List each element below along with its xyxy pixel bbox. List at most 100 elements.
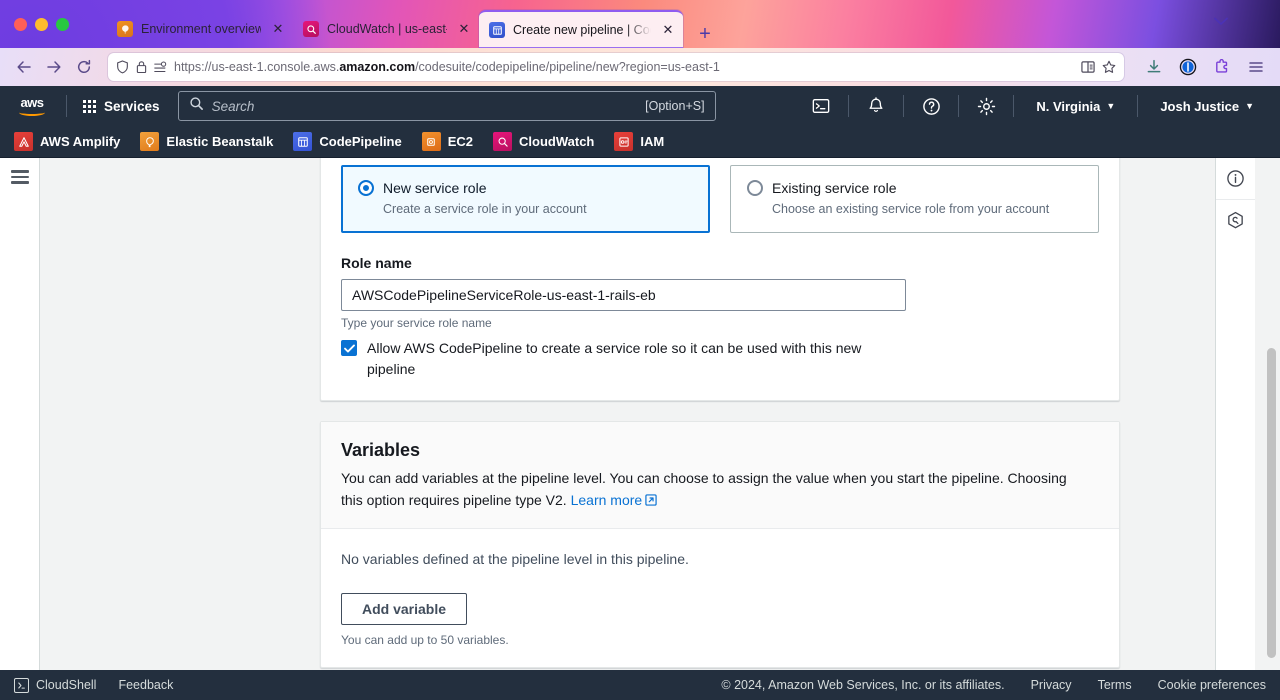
chevron-down-icon: ▼ bbox=[1245, 101, 1254, 111]
url-bar[interactable]: https://us-east-1.console.aws.amazon.com… bbox=[108, 53, 1124, 81]
aws-logo-icon[interactable]: aws bbox=[14, 93, 50, 119]
cloudshell-icon bbox=[14, 677, 29, 693]
browser-tab-environment-overview[interactable]: Environment overview - events ✕ bbox=[107, 10, 293, 48]
role-name-label: Role name bbox=[341, 255, 412, 271]
favorite-elastic-beanstalk[interactable]: Elastic Beanstalk bbox=[140, 132, 284, 151]
close-window-button[interactable] bbox=[14, 17, 27, 31]
shortcuts-hexagon-icon[interactable] bbox=[1215, 199, 1256, 240]
radio-button-existing-service-role[interactable] bbox=[747, 180, 763, 196]
allow-create-role-checkbox-row[interactable]: Allow AWS CodePipeline to create a servi… bbox=[341, 338, 1099, 380]
radio-tile-title: Existing service role bbox=[772, 180, 897, 196]
browser-tab-title: Environment overview - events bbox=[141, 22, 261, 36]
shield-icon[interactable] bbox=[116, 60, 129, 74]
search-input[interactable]: Search [Option+S] bbox=[177, 91, 716, 121]
variables-card-header: Variables You can add variables at the p… bbox=[321, 422, 1119, 529]
close-tab-button[interactable]: ✕ bbox=[269, 20, 287, 38]
bookmark-star-icon[interactable] bbox=[1102, 60, 1116, 74]
add-variable-button[interactable]: Add variable bbox=[341, 593, 468, 625]
region-label: N. Virginia bbox=[1036, 98, 1101, 114]
allow-create-role-checkbox[interactable] bbox=[341, 340, 357, 356]
info-circle-icon[interactable] bbox=[1216, 158, 1256, 199]
cloudshell-button[interactable]: CloudShell bbox=[14, 677, 97, 693]
favorite-codepipeline[interactable]: CodePipeline bbox=[293, 132, 412, 151]
url-text[interactable]: https://us-east-1.console.aws.amazon.com… bbox=[174, 60, 1074, 74]
browser-tab-title: CloudWatch | us-east-1 bbox=[327, 22, 447, 36]
variables-card-body: No variables defined at the pipeline lev… bbox=[321, 529, 1119, 667]
role-name-input[interactable]: AWSCodePipelineServiceRole-us-east-1-rai… bbox=[341, 279, 906, 311]
header-divider bbox=[66, 95, 67, 117]
allow-create-role-label: Allow AWS CodePipeline to create a servi… bbox=[367, 340, 862, 377]
scrollbar-gutter bbox=[1255, 158, 1280, 670]
favorite-label: CloudWatch bbox=[519, 134, 595, 149]
url-prefix: https://us-east-1.console.aws. bbox=[174, 60, 340, 74]
maximize-window-button[interactable] bbox=[56, 17, 69, 31]
external-link-icon bbox=[645, 490, 657, 512]
feedback-link[interactable]: Feedback bbox=[118, 678, 173, 692]
favorite-aws-amplify[interactable]: AWS Amplify bbox=[14, 132, 131, 151]
service-role-card: Service role New service role Create a s… bbox=[320, 158, 1120, 401]
favorite-cloudwatch[interactable]: CloudWatch bbox=[493, 132, 605, 151]
browser-tab-cloudwatch[interactable]: CloudWatch | us-east-1 ✕ bbox=[293, 10, 479, 48]
cloudshell-icon[interactable] bbox=[804, 89, 838, 123]
browser-tab-strip: Environment overview - events ✕ CloudWat… bbox=[107, 0, 719, 48]
radio-tile-new-service-role[interactable]: New service role Create a service role i… bbox=[341, 165, 710, 233]
reader-view-icon[interactable] bbox=[1081, 60, 1095, 74]
new-tab-button[interactable]: + bbox=[691, 20, 719, 48]
cookie-preferences-link[interactable]: Cookie preferences bbox=[1158, 678, 1266, 692]
header-divider bbox=[848, 95, 850, 117]
variables-empty-text: No variables defined at the pipeline lev… bbox=[341, 551, 689, 567]
account-menu[interactable]: Josh Justice ▼ bbox=[1148, 99, 1266, 114]
add-variable-hint: You can add up to 50 variables. bbox=[341, 633, 509, 647]
favorite-label: EC2 bbox=[447, 134, 474, 149]
forward-button[interactable] bbox=[40, 53, 68, 81]
chevron-down-icon[interactable] bbox=[1214, 14, 1228, 29]
grid-icon bbox=[83, 99, 96, 113]
window-controls[interactable] bbox=[0, 17, 69, 31]
variables-card: Variables You can add variables at the p… bbox=[320, 421, 1120, 668]
cloudshell-label: CloudShell bbox=[36, 678, 97, 692]
scrollbar-thumb[interactable] bbox=[1267, 348, 1276, 658]
favorite-label: AWS Amplify bbox=[40, 134, 121, 149]
terms-link[interactable]: Terms bbox=[1098, 678, 1132, 692]
iam-icon bbox=[614, 132, 634, 151]
close-tab-button[interactable]: ✕ bbox=[455, 20, 473, 38]
main-content: Service role New service role Create a s… bbox=[40, 158, 1215, 670]
region-selector[interactable]: N. Virginia ▼ bbox=[1024, 99, 1127, 114]
notifications-bell-icon[interactable] bbox=[859, 89, 893, 123]
header-divider bbox=[958, 95, 960, 117]
lock-icon[interactable] bbox=[136, 60, 147, 74]
app-menu-icon[interactable] bbox=[1242, 53, 1270, 81]
services-menu-button[interactable]: Services bbox=[77, 95, 166, 118]
search-shortcut: [Option+S] bbox=[645, 99, 705, 113]
favorite-ec2[interactable]: EC2 bbox=[421, 132, 484, 151]
privacy-link[interactable]: Privacy bbox=[1031, 678, 1072, 692]
reload-button[interactable] bbox=[70, 53, 98, 81]
permissions-icon[interactable] bbox=[154, 61, 167, 74]
password-manager-icon[interactable] bbox=[1174, 53, 1202, 81]
extensions-icon[interactable] bbox=[1208, 53, 1236, 81]
browser-toolbar-actions bbox=[1134, 53, 1270, 81]
favorite-label: CodePipeline bbox=[319, 134, 402, 149]
browser-tab-create-new-pipeline[interactable]: Create new pipeline | CodePipel ✕ bbox=[479, 10, 683, 48]
downloads-icon[interactable] bbox=[1140, 53, 1168, 81]
footer-left: CloudShell Feedback bbox=[14, 677, 173, 693]
settings-gear-icon[interactable] bbox=[969, 89, 1003, 123]
account-label: Josh Justice bbox=[1160, 98, 1240, 114]
cloudwatch-icon bbox=[303, 21, 319, 37]
back-button[interactable] bbox=[10, 53, 38, 81]
url-domain: amazon.com bbox=[339, 60, 416, 74]
radio-tile-existing-service-role[interactable]: Existing service role Choose an existing… bbox=[730, 165, 1099, 233]
help-icon[interactable] bbox=[914, 89, 948, 123]
favorite-iam[interactable]: IAM bbox=[614, 132, 675, 151]
navigation-toggle-icon[interactable] bbox=[10, 170, 29, 670]
radio-button-new-service-role[interactable] bbox=[358, 180, 374, 196]
scrollbar[interactable] bbox=[1267, 158, 1276, 670]
close-tab-button[interactable]: ✕ bbox=[659, 21, 677, 39]
aws-favorites-bar: AWS Amplify Elastic Beanstalk CodePipeli… bbox=[0, 126, 1280, 158]
url-path: /codesuite/codepipeline/pipeline/new?reg… bbox=[415, 60, 720, 74]
learn-more-link[interactable]: Learn more bbox=[571, 492, 658, 508]
minimize-window-button[interactable] bbox=[35, 17, 48, 31]
aws-console-footer: CloudShell Feedback © 2024, Amazon Web S… bbox=[0, 670, 1280, 700]
favorite-label: IAM bbox=[640, 134, 665, 149]
header-divider bbox=[903, 95, 905, 117]
